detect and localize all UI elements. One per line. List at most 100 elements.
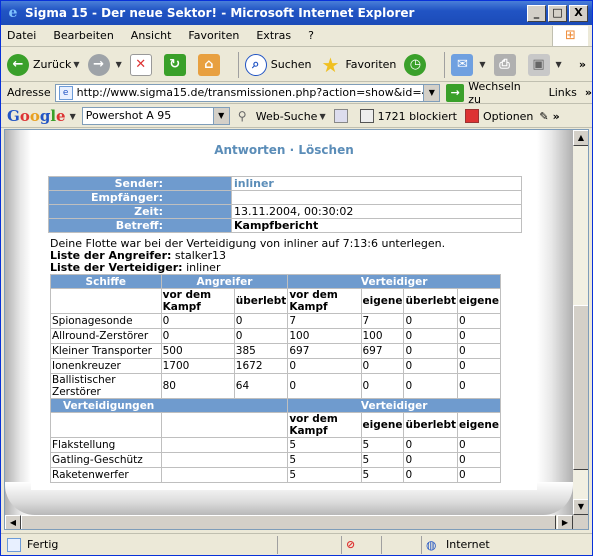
table-row: Gatling-Geschütz 5 5 0 0 xyxy=(50,452,501,468)
toolbar-overflow-icon[interactable]: » xyxy=(579,58,586,71)
cell: 0 xyxy=(457,373,501,399)
reply-link[interactable]: Antworten xyxy=(214,143,285,157)
cell: 5 xyxy=(287,467,362,483)
printer-icon: ⎙ xyxy=(493,53,516,76)
cell: 0 xyxy=(403,452,459,468)
back-label: Zurück xyxy=(33,58,72,71)
close-button[interactable]: X xyxy=(569,4,588,22)
vertical-scrollbar[interactable]: ▲ ▼ xyxy=(573,130,588,515)
go-button[interactable]: Wechseln zu xyxy=(468,80,536,106)
menu-help[interactable]: ? xyxy=(308,29,314,42)
decorative-frame-left xyxy=(5,130,31,515)
address-bar: Adresse e http://www.sigma15.de/transmis… xyxy=(1,80,592,106)
search-button[interactable]: ⌕ Suchen xyxy=(244,53,311,76)
cell: 0 xyxy=(233,313,289,329)
maximize-button[interactable]: □ xyxy=(548,4,567,22)
google-overflow-icon[interactable]: » xyxy=(553,110,560,123)
links-button[interactable]: Links xyxy=(549,86,577,99)
time-label: Zeit: xyxy=(48,204,232,219)
cell: 5 xyxy=(287,437,362,453)
ie-logo-icon: e xyxy=(8,5,18,21)
refresh-icon: ↻ xyxy=(163,53,186,76)
edit-dropdown-icon[interactable]: ▼ xyxy=(556,60,562,69)
ship-name: Spionagesonde xyxy=(50,313,162,329)
menu-extras[interactable]: Extras xyxy=(256,29,291,42)
minimize-button[interactable]: _ xyxy=(527,4,546,22)
scroll-left-icon[interactable]: ◀ xyxy=(5,515,21,529)
google-search-dropdown-icon[interactable]: ▼ xyxy=(212,108,229,124)
title-bar[interactable]: e Sigma 15 - Der neue Sektor! - Microsof… xyxy=(1,1,592,25)
cell: 1700 xyxy=(160,358,235,374)
scroll-down-icon[interactable]: ▼ xyxy=(573,499,588,515)
menu-bearbeiten[interactable]: Bearbeiten xyxy=(53,29,113,42)
news-icon xyxy=(333,109,348,123)
action-separator: · xyxy=(289,143,295,157)
message-header-table: Sender: inliner Empfänger: Zeit: 13.11.2… xyxy=(48,176,522,233)
horizontal-scroll-thumb[interactable] xyxy=(21,515,556,529)
status-panel xyxy=(277,535,341,554)
refresh-button[interactable]: ↻ xyxy=(163,53,190,76)
back-dropdown-icon[interactable]: ▼ xyxy=(73,60,79,69)
binoculars-icon: ⚲ xyxy=(237,109,247,123)
google-logo[interactable]: Google xyxy=(7,107,66,125)
forward-button[interactable]: → ▼ xyxy=(87,53,122,76)
web-search-button[interactable]: ⚲ Web-Suche ▼ xyxy=(238,109,326,123)
popup-blocked-icon[interactable]: ⊘ xyxy=(346,538,360,552)
cell: 0 xyxy=(457,313,501,329)
popup-blocker-button[interactable]: 1721 blockiert xyxy=(359,109,457,123)
scroll-up-icon[interactable]: ▲ xyxy=(573,130,588,146)
cell: 0 xyxy=(403,358,459,374)
popup-blocker-icon xyxy=(359,109,374,123)
google-search-input[interactable]: Powershot A 95 ▼ xyxy=(81,107,230,125)
back-button[interactable]: ← Zurück ▼ xyxy=(7,53,80,76)
highlight-icon[interactable]: ✎ xyxy=(539,110,548,123)
defense-header-row: Verteidigungen Verteidiger xyxy=(49,398,501,413)
scroll-right-icon[interactable]: ▶ xyxy=(557,515,573,529)
menu-ansicht[interactable]: Ansicht xyxy=(131,29,172,42)
cell: 0 xyxy=(403,313,459,329)
defenders-label: Liste der Verteidiger: xyxy=(50,261,183,274)
news-button[interactable] xyxy=(333,109,352,123)
delete-link[interactable]: Löschen xyxy=(298,143,353,157)
table-row: Allround-Zerstörer 0 0 100 100 0 0 xyxy=(50,328,501,344)
ship-name: Allround-Zerstörer xyxy=(50,328,162,344)
links-overflow-icon[interactable]: » xyxy=(585,86,592,99)
address-url: http://www.sigma15.de/transmissionen.php… xyxy=(76,86,441,99)
favorites-button[interactable]: ★ Favoriten xyxy=(319,53,396,77)
stop-button[interactable]: ✕ xyxy=(129,53,156,76)
go-arrow-icon[interactable]: → xyxy=(446,83,465,102)
print-button[interactable]: ⎙ xyxy=(493,53,520,76)
cell: 0 xyxy=(457,343,501,359)
sender-link[interactable]: inliner xyxy=(234,177,274,190)
vertical-scroll-thumb[interactable] xyxy=(573,305,588,470)
cell: 7 xyxy=(360,313,405,329)
edit-button[interactable]: ▣ ▼ xyxy=(527,53,562,76)
decorative-frame-right xyxy=(537,130,573,515)
address-input[interactable]: e http://www.sigma15.de/transmissionen.p… xyxy=(54,83,441,102)
history-button[interactable]: ◷ xyxy=(404,53,430,76)
defense-name: Raketenwerfer xyxy=(50,467,162,483)
mail-button[interactable]: ✉ ▼ xyxy=(451,53,486,76)
recipient-value xyxy=(231,190,522,205)
home-button[interactable]: ⌂ xyxy=(197,53,224,76)
web-search-dropdown-icon[interactable]: ▼ xyxy=(319,112,325,121)
globe-icon: ◍ xyxy=(426,537,437,552)
time-value: 13.11.2004, 00:30:02 xyxy=(231,204,522,219)
cell: 697 xyxy=(287,343,362,359)
options-button[interactable]: Optionen xyxy=(464,109,533,123)
forward-dropdown-icon[interactable]: ▼ xyxy=(116,60,122,69)
page-icon: e xyxy=(58,85,73,100)
cell xyxy=(160,467,289,483)
ships-subheader-row: vor dem Kampf überlebt vor dem Kampf eig… xyxy=(50,288,501,314)
cell: 697 xyxy=(360,343,405,359)
subject-value: Kampfbericht xyxy=(231,218,522,233)
horizontal-scrollbar[interactable]: ◀ ▶ xyxy=(5,515,573,529)
status-bar: Fertig ⊘ ◍ Internet xyxy=(1,533,592,555)
defense-subheader-row: vor dem Kampf eigene überlebt eigene xyxy=(50,412,501,438)
menu-favoriten[interactable]: Favoriten xyxy=(188,29,239,42)
mail-dropdown-icon[interactable]: ▼ xyxy=(479,60,485,69)
menu-datei[interactable]: Datei xyxy=(7,29,36,42)
google-menu-dropdown-icon[interactable]: ▼ xyxy=(70,112,76,121)
google-toolbar: Google ▼ Powershot A 95 ▼ ⚲ Web-Suche ▼ … xyxy=(1,105,592,128)
address-dropdown-icon[interactable]: ▼ xyxy=(423,84,440,101)
